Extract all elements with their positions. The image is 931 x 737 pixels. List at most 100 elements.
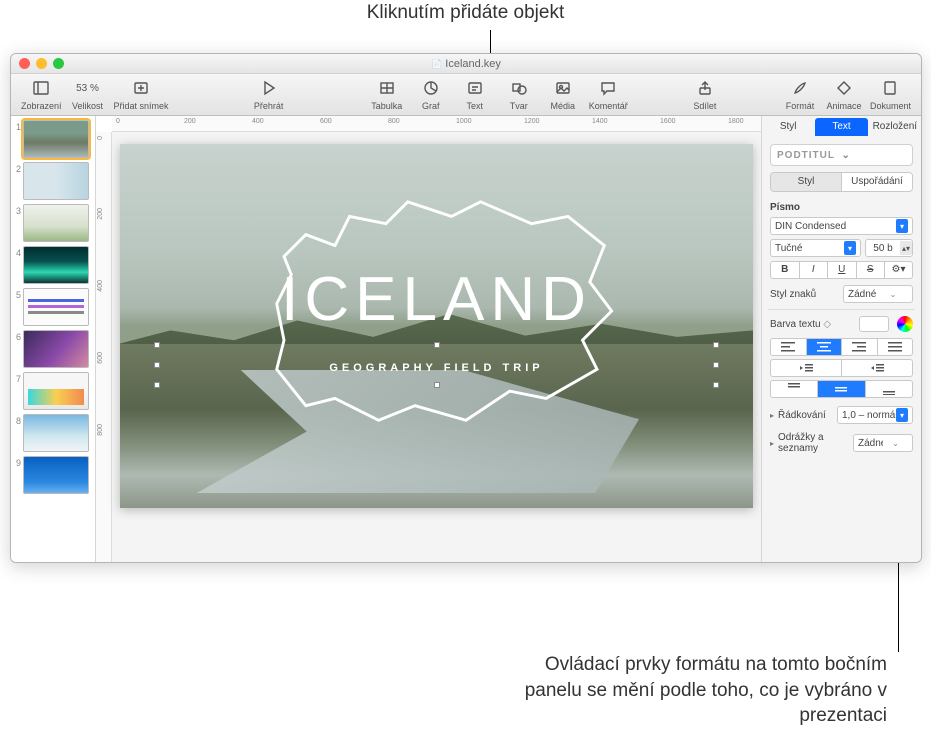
sel-handle[interactable] [154, 342, 160, 348]
strike-button[interactable]: S [857, 261, 886, 279]
bullets-popup[interactable]: Žádné ⌄ [853, 434, 913, 452]
media-icon [555, 77, 571, 99]
format-button[interactable]: Formát [778, 77, 822, 111]
document-icon [882, 77, 898, 99]
valign-top-button[interactable] [770, 380, 818, 398]
table-icon [379, 77, 395, 99]
chevron-icon: ▾ [896, 219, 908, 233]
chevron-down-icon: ⌄ [842, 150, 907, 161]
vert-align-buttons [770, 380, 913, 398]
inspector-panel: Styl Text Rozložení PODTITUL ⌄ Styl Uspo… [761, 116, 921, 562]
slide-navigator[interactable]: 1 2 3 4 5 6 7 8 9 [11, 116, 96, 562]
chevron-icon: ▾ [896, 408, 908, 422]
align-justify-button[interactable] [878, 338, 914, 356]
disclosure-triangle-icon: ▸ [770, 439, 774, 448]
text-subtabs: Styl Uspořádání [770, 172, 913, 192]
font-style-buttons: B I U S ⚙︎▾ [770, 261, 913, 279]
share-icon [697, 77, 713, 99]
line-spacing-row[interactable]: ▸ Řádkování 1,0 – normální ▾ [770, 406, 913, 424]
slide-thumb-2[interactable]: 2 [14, 162, 92, 200]
line-spacing-popup[interactable]: 1,0 – normální ▾ [837, 406, 913, 424]
zoom-popup[interactable]: 53 % Velikost [66, 77, 110, 111]
sel-handle[interactable] [713, 342, 719, 348]
media-button[interactable]: Média [541, 77, 585, 111]
shape-button[interactable]: Tvar [497, 77, 541, 111]
paragraph-style-popup[interactable]: PODTITUL ⌄ [770, 144, 913, 166]
disclosure-triangle-icon: ▸ [770, 411, 774, 420]
tab-layout[interactable]: Rozložení [869, 116, 921, 138]
view-icon [33, 77, 49, 99]
tab-style[interactable]: Styl [762, 116, 814, 138]
font-family-popup[interactable]: DIN Condensed ▾ [770, 217, 913, 235]
slide-title[interactable]: ICELAND [120, 264, 753, 335]
slide[interactable]: ICELAND GEOGRAPHY FIELD TRIP [120, 144, 753, 508]
callout-top-text: Kliknutím přidáte objekt [367, 2, 565, 24]
slide-thumb-9[interactable]: 9 [14, 456, 92, 494]
sel-handle[interactable] [154, 382, 160, 388]
bold-button[interactable]: B [770, 261, 800, 279]
slide-thumb-5[interactable]: 5 [14, 288, 92, 326]
zoom-value: 53 % [76, 77, 99, 99]
slide-thumb-1[interactable]: 1 [14, 120, 92, 158]
outdent-button[interactable] [770, 359, 842, 377]
text-color-well[interactable] [859, 316, 889, 332]
font-section-label: Písmo [770, 202, 913, 213]
subtab-arrange[interactable]: Uspořádání [841, 173, 912, 191]
brush-icon [792, 77, 808, 99]
text-button[interactable]: Text [453, 77, 497, 111]
slide-viewport[interactable]: ICELAND GEOGRAPHY FIELD TRIP [112, 132, 761, 562]
share-button[interactable]: Sdílet [683, 77, 727, 111]
char-style-popup[interactable]: Žádné ⌄ [843, 285, 913, 303]
document-button[interactable]: Dokument [866, 77, 915, 111]
view-button[interactable]: Zobrazení [17, 77, 66, 111]
italic-button[interactable]: I [800, 261, 829, 279]
text-color-label: Barva textu ◇ [770, 319, 855, 330]
sel-handle[interactable] [713, 382, 719, 388]
horiz-align-buttons [770, 338, 913, 356]
underline-button[interactable]: U [828, 261, 857, 279]
align-right-button[interactable] [842, 338, 878, 356]
chevron-down-icon: ⌄ [883, 436, 908, 450]
table-button[interactable]: Tabulka [365, 77, 409, 111]
selection-box[interactable] [156, 344, 717, 386]
comment-button[interactable]: Komentář [585, 77, 632, 111]
toolbar: Zobrazení 53 % Velikost Přidat snímek Př… [11, 74, 921, 116]
font-weight-popup[interactable]: Tučné ▾ [770, 239, 861, 257]
font-size-stepper[interactable]: 50 b ▴▾ [865, 239, 913, 257]
sel-handle[interactable] [154, 362, 160, 368]
play-icon [261, 77, 277, 99]
app-window: Iceland.key Zobrazení 53 % Velikost Přid… [10, 53, 922, 563]
comment-icon [600, 77, 616, 99]
valign-bottom-button[interactable] [866, 380, 913, 398]
indent-buttons [770, 359, 913, 377]
indent-button[interactable] [842, 359, 913, 377]
bullets-row[interactable]: ▸ Odrážky a seznamy Žádné ⌄ [770, 432, 913, 454]
shape-icon [511, 77, 527, 99]
sel-handle[interactable] [434, 342, 440, 348]
align-center-button[interactable] [807, 338, 843, 356]
slide-thumb-7[interactable]: 7 [14, 372, 92, 410]
play-button[interactable]: Přehrát [224, 77, 314, 111]
sel-handle[interactable] [434, 382, 440, 388]
char-style-label: Styl znaků [770, 289, 839, 300]
tab-text[interactable]: Text [815, 118, 867, 136]
divider [768, 309, 915, 310]
inspector-tabs: Styl Text Rozložení [762, 116, 921, 138]
align-left-button[interactable] [770, 338, 807, 356]
stepper-arrows-icon[interactable]: ▴▾ [900, 241, 912, 255]
slide-thumb-3[interactable]: 3 [14, 204, 92, 242]
ruler-vertical: 0 200 400 600 800 [96, 132, 112, 562]
valign-middle-button[interactable] [818, 380, 865, 398]
subtab-style[interactable]: Styl [771, 173, 841, 191]
slide-thumb-4[interactable]: 4 [14, 246, 92, 284]
animate-button[interactable]: Animace [822, 77, 866, 111]
color-wheel-button[interactable] [897, 316, 913, 332]
sel-handle[interactable] [713, 362, 719, 368]
add-slide-button[interactable]: Přidat snímek [110, 77, 173, 111]
advanced-font-button[interactable]: ⚙︎▾ [885, 261, 913, 279]
chart-button[interactable]: Graf [409, 77, 453, 111]
slide-thumb-8[interactable]: 8 [14, 414, 92, 452]
text-icon [467, 77, 483, 99]
slide-thumb-6[interactable]: 6 [14, 330, 92, 368]
canvas-area: 0 200 400 600 800 1000 1200 1400 1600 18… [96, 116, 761, 562]
